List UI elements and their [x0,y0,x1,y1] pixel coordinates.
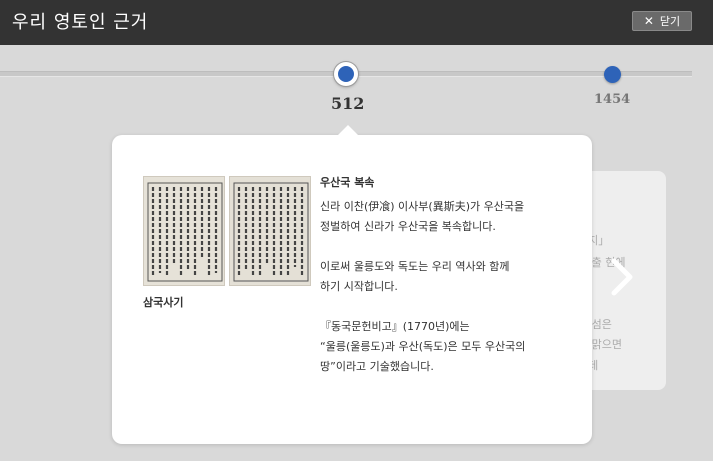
timeline-node-active[interactable] [334,62,358,86]
timeline-label-next: 1454 [594,92,631,107]
chevron-right-icon [611,258,633,296]
document-image-2[interactable] [229,176,311,286]
popup-text-line: “울릉(울릉도)과 우산(독도)은 모두 우산국의 [320,340,526,353]
close-icon: ✕ [643,14,654,28]
popup-text-line: 이로써 울릉도와 독도는 우리 역사와 함께 [320,260,510,273]
app-header: 우리 영토인 근거 ✕ 닫기 [0,0,713,45]
close-button-label: 닫기 [659,15,681,28]
close-button[interactable]: ✕ 닫기 [632,11,692,31]
popup-text-line: 『동국문헌비고』(1770년)에는 [320,320,470,333]
popup-content: 우산국 복속 신라 이찬(伊飡) 이사부(異斯夫)가 우산국을 정벌하여 신라가… [320,173,580,377]
page-title: 우리 영토인 근거 [12,12,149,33]
image-caption: 삼국사기 [143,296,184,309]
event-popup: 삼국사기 우산국 복속 신라 이찬(伊飡) 이사부(異斯夫)가 우산국을 정벌하… [112,125,592,444]
popup-text-line: 땅”이라고 기술했습니다. [320,360,434,373]
popup-heading: 우산국 복속 [320,176,375,189]
popup-text-line: 신라 이찬(伊飡) 이사부(異斯夫)가 우산국을 [320,200,525,213]
popup-text-line: 정벌하여 신라가 우산국을 복속합니다. [320,220,496,233]
next-arrow-button[interactable] [604,255,638,299]
timeline-node-next[interactable] [604,66,621,83]
timeline-label-active: 512 [331,94,365,113]
popup-text-line: 하기 시작합니다. [320,280,398,293]
document-image-1[interactable] [143,176,225,286]
